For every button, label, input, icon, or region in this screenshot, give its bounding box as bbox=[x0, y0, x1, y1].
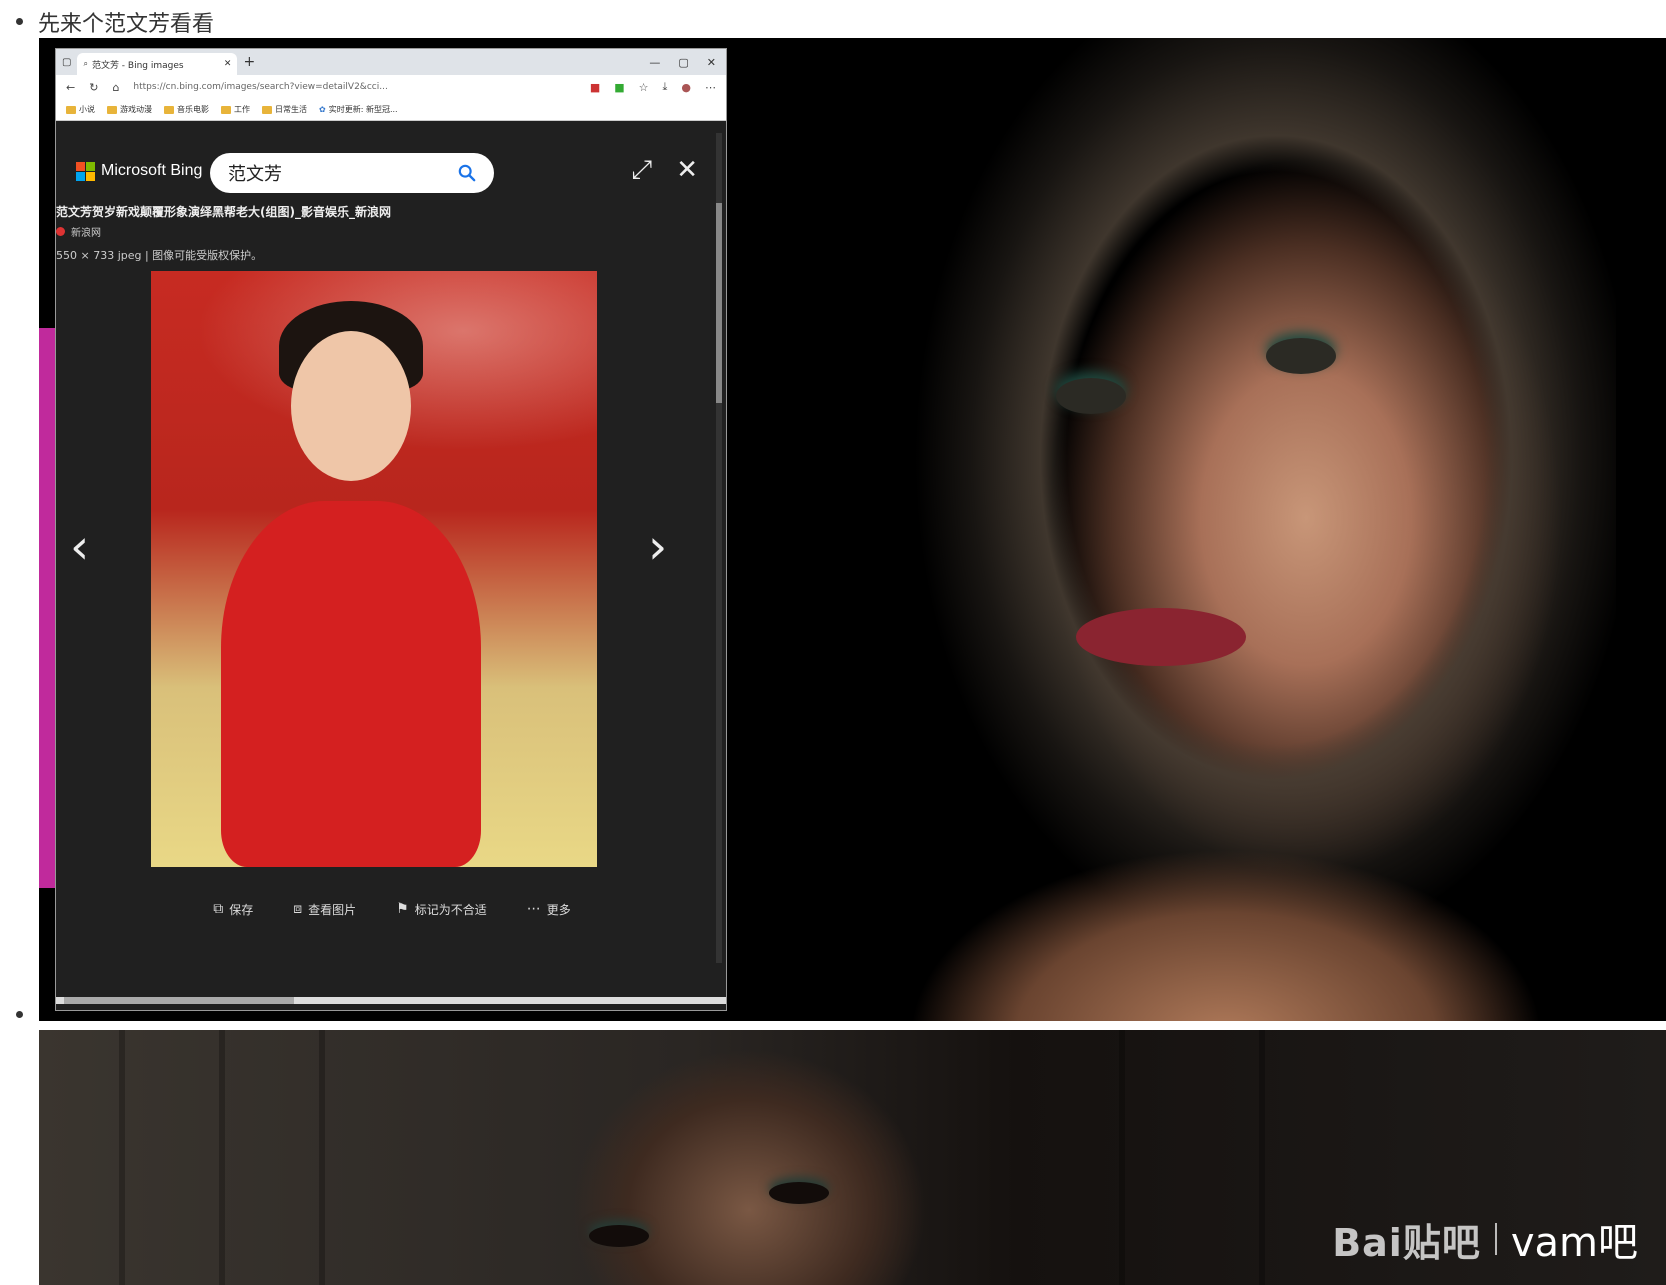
render-right-eye bbox=[1266, 338, 1336, 374]
expand-icon[interactable]: ⤢ bbox=[631, 155, 652, 186]
new-tab-icon[interactable]: + bbox=[243, 54, 255, 70]
bookmark-item[interactable]: ✿ 实时更新: 新型冠... bbox=[319, 104, 398, 115]
previous-arrow-icon[interactable]: ‹ bbox=[70, 519, 89, 575]
image-actions: ⧉ 保存 ⧈ 查看图片 ⚑ 标记为不合适 ⋯ 更多 bbox=[56, 889, 726, 929]
view-image-button[interactable]: ⧈ 查看图片 bbox=[293, 901, 356, 918]
post-caption: 先来个范文芳看看 bbox=[38, 12, 215, 37]
home-icon[interactable]: ⌂ bbox=[112, 81, 119, 94]
render-eye bbox=[769, 1182, 829, 1204]
microsoft-logo-icon bbox=[76, 161, 95, 181]
bookmarks-bar: 小说 游戏动漫 音乐电影 工作 日常生活 ✿ 实时更新: 新型冠... bbox=[56, 99, 726, 121]
character-render bbox=[746, 38, 1666, 1021]
bookmark-item[interactable]: 小说 bbox=[66, 104, 95, 115]
watermark-brand: Bai贴吧 bbox=[1332, 1220, 1481, 1265]
baidu-tieba-watermark: Bai贴吧 vam吧 bbox=[1332, 1210, 1638, 1268]
logo-square-blue bbox=[76, 171, 85, 181]
search-result-photo[interactable] bbox=[151, 271, 597, 867]
scrollbar-thumb[interactable] bbox=[716, 203, 722, 403]
wood-panel-line bbox=[319, 1030, 325, 1285]
wood-panel-line bbox=[1259, 1030, 1265, 1285]
vertical-scrollbar[interactable] bbox=[716, 133, 722, 963]
bookmark-item[interactable]: 工作 bbox=[221, 104, 250, 115]
maximize-icon[interactable]: ▢ bbox=[678, 56, 688, 69]
list-bullet bbox=[16, 1011, 23, 1018]
folder-icon bbox=[221, 105, 231, 114]
folder-icon bbox=[164, 105, 174, 114]
scrollbar-thumb[interactable] bbox=[64, 997, 294, 1004]
extension-icon[interactable]: ■ bbox=[590, 81, 600, 94]
image-source[interactable]: 新浪网 bbox=[56, 224, 696, 239]
view-image-icon: ⧈ bbox=[293, 901, 303, 917]
next-arrow-icon[interactable]: › bbox=[648, 519, 667, 575]
render-left-eye bbox=[1056, 378, 1126, 414]
tab-title: 范文芳 - Bing images bbox=[91, 60, 184, 71]
brand-name: Microsoft Bing bbox=[101, 162, 203, 179]
folder-icon bbox=[107, 105, 117, 114]
download-icon[interactable]: ⤓ bbox=[663, 80, 668, 94]
bookmark-item[interactable]: 音乐电影 bbox=[164, 104, 209, 115]
browser-tab[interactable]: ⌕ 范文芳 - Bing images ✕ bbox=[77, 53, 238, 75]
more-icon: ⋯ bbox=[526, 901, 541, 917]
news-icon: ✿ bbox=[319, 105, 326, 114]
search-icon[interactable] bbox=[458, 164, 476, 182]
render-shoulders bbox=[806, 738, 1626, 1021]
save-icon: ⧉ bbox=[213, 901, 224, 917]
image-info: 550 × 733 jpeg | 图像可能受版权保护。 bbox=[56, 249, 263, 262]
source-logo-icon bbox=[56, 227, 65, 236]
refresh-icon[interactable]: ↻ bbox=[89, 81, 98, 94]
folder-icon bbox=[262, 105, 272, 114]
extension-icon[interactable]: ■ bbox=[614, 81, 624, 94]
logo-square-red bbox=[76, 161, 85, 171]
wood-panel-line bbox=[1119, 1030, 1125, 1285]
logo-square-yellow bbox=[86, 171, 95, 181]
flag-icon: ⚑ bbox=[396, 901, 409, 917]
render-eye bbox=[589, 1225, 649, 1247]
browser-tabbar: ▢ ⌕ 范文芳 - Bing images ✕ + — ▢ ✕ bbox=[56, 49, 726, 75]
list-bullet bbox=[16, 18, 23, 25]
search-icon: ⌕ bbox=[83, 59, 88, 68]
bing-header: Microsoft Bing 范文芳 ⤢ ✕ bbox=[56, 141, 726, 201]
render-face-dark bbox=[509, 1030, 949, 1285]
bookmark-item[interactable]: 游戏动漫 bbox=[107, 104, 152, 115]
more-menu-icon[interactable]: ⋯ bbox=[705, 81, 716, 94]
background-window-strip bbox=[39, 328, 55, 888]
render-lips bbox=[1076, 608, 1246, 666]
photo-red-dress bbox=[221, 501, 481, 867]
save-button[interactable]: ⧉ 保存 bbox=[213, 901, 253, 918]
image-title[interactable]: 范文芳贺岁新戏颠覆形象演绎黑帮老大(组图)_影音娱乐_新浪网 bbox=[56, 203, 696, 220]
search-input[interactable]: 范文芳 bbox=[210, 153, 494, 193]
close-tab-icon[interactable]: ✕ bbox=[224, 59, 232, 69]
folder-icon bbox=[66, 105, 76, 114]
favorites-icon[interactable]: ☆ bbox=[639, 81, 649, 94]
bing-logo[interactable]: Microsoft Bing bbox=[76, 161, 203, 181]
close-window-icon[interactable]: ✕ bbox=[707, 56, 716, 69]
back-icon[interactable]: ← bbox=[66, 81, 75, 94]
minimize-icon[interactable]: — bbox=[649, 56, 660, 69]
image-meta: 范文芳贺岁新戏颠覆形象演绎黑帮老大(组图)_影音娱乐_新浪网 新浪网 550 ×… bbox=[56, 203, 696, 263]
close-icon[interactable]: ✕ bbox=[676, 155, 698, 186]
wood-panel-line bbox=[219, 1030, 225, 1285]
post-image-comparison[interactable]: ▢ ⌕ 范文芳 - Bing images ✕ + — ▢ ✕ ← ↻ ⌂ ht… bbox=[39, 38, 1666, 1021]
post-image-render-2[interactable]: Bai贴吧 vam吧 bbox=[39, 1030, 1666, 1285]
viewer-controls: ⤢ ✕ bbox=[631, 155, 698, 186]
window-controls: — ▢ ✕ bbox=[649, 56, 726, 69]
profile-avatar-icon[interactable]: ● bbox=[681, 81, 691, 94]
more-button[interactable]: ⋯ 更多 bbox=[527, 901, 571, 918]
horizontal-scrollbar[interactable] bbox=[56, 997, 726, 1004]
search-query: 范文芳 bbox=[228, 164, 282, 185]
address-bar: ← ↻ ⌂ https://cn.bing.com/images/search?… bbox=[56, 75, 726, 99]
url-field[interactable]: https://cn.bing.com/images/search?view=d… bbox=[133, 82, 575, 92]
watermark-forum-name: vam吧 bbox=[1510, 1220, 1638, 1266]
browser-window-screenshot: ▢ ⌕ 范文芳 - Bing images ✕ + — ▢ ✕ ← ↻ ⌂ ht… bbox=[55, 48, 727, 1011]
wood-panel-line bbox=[119, 1030, 125, 1285]
flag-button[interactable]: ⚑ 标记为不合适 bbox=[396, 901, 487, 918]
bookmark-item[interactable]: 日常生活 bbox=[262, 104, 307, 115]
tab-actions-icon[interactable]: ▢ bbox=[62, 57, 71, 68]
watermark-separator bbox=[1494, 1223, 1497, 1255]
photo-face bbox=[291, 331, 411, 481]
logo-square-green bbox=[86, 161, 95, 171]
